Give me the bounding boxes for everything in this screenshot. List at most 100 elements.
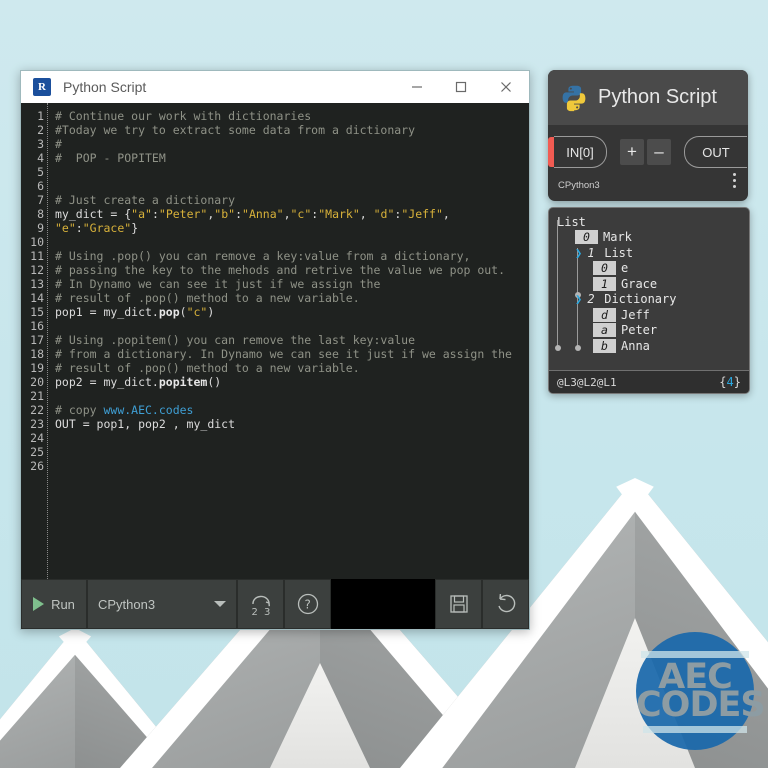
line-number: 5 — [37, 165, 44, 179]
preview-footer: @L3@L2@L1 {4} — [549, 370, 749, 393]
code-text[interactable]: # Continue our work with dictionaries #To… — [48, 103, 529, 579]
code-token: pop1 = my_dict. — [55, 305, 159, 319]
line-number: 15 — [30, 305, 44, 319]
count-value: 4 — [726, 375, 734, 389]
chevron-down-icon — [214, 601, 226, 607]
line-number: 21 — [30, 389, 44, 403]
svg-text:?: ? — [304, 598, 310, 612]
line-number: 1 — [37, 109, 44, 123]
maximize-icon[interactable] — [439, 71, 483, 103]
python-script-editor-window: R Python Script 1 2 3 4 5 6 7 8 9 10 11 12 13 14 15 16 1… — [20, 70, 530, 630]
minimize-icon[interactable] — [395, 71, 439, 103]
logo-text-codes: CODES — [636, 685, 766, 726]
preview-index-badge: 0 — [575, 230, 598, 245]
preview-row[interactable]: List — [555, 214, 743, 230]
code-token: "Grace" — [82, 221, 132, 235]
code-token: } — [131, 221, 139, 235]
code-token: # POP - POPITEM — [55, 151, 166, 165]
code-token: "c" — [186, 305, 208, 319]
preview-index-label: 1 — [587, 245, 595, 260]
line-number: 14 — [30, 291, 44, 305]
line-number: 18 — [30, 347, 44, 361]
preview-value-label: List — [557, 214, 586, 229]
node-title: Python Script — [598, 86, 717, 108]
code-token: "d" — [373, 207, 395, 221]
engine-select[interactable]: CPython3 — [87, 579, 237, 629]
code-line: # — [55, 137, 529, 151]
preview-row[interactable]: ❯ 2 Dictionary — [555, 292, 743, 308]
preview-row[interactable]: ❯ 1 List — [555, 245, 743, 261]
window-title: Python Script — [63, 79, 147, 95]
node-preview-bubble[interactable]: List 0 Mark ❯ 1 List 0 e 1 Grace ❯ 2 Dictionary d Je… — [548, 207, 750, 394]
code-token: "e" — [55, 221, 76, 235]
run-button[interactable]: Run — [21, 579, 87, 629]
preview-row[interactable]: a Peter — [555, 323, 743, 339]
expand-chevron-icon[interactable]: ❯ — [575, 246, 585, 260]
editor-toolbar: Run CPython3 2 3 ? — [21, 579, 529, 629]
code-line: # passing the key to the mehods and retr… — [55, 263, 529, 277]
preview-count-badge: {4} — [719, 375, 741, 389]
preview-row[interactable]: 0e — [555, 261, 743, 277]
line-number-gutter: 1 2 3 4 5 6 7 8 9 10 11 12 13 14 15 16 17 18 19 20 21 22 23 24 2… — [21, 103, 48, 579]
line-number: 16 — [30, 319, 44, 333]
port-count-controls: + – — [620, 139, 671, 165]
migrate-2to3-button[interactable]: 2 3 — [237, 579, 284, 629]
count-brace-open: { — [719, 375, 727, 389]
preview-index-badge: a — [593, 323, 616, 338]
code-token: "Anna" — [242, 207, 284, 221]
code-token: popitem — [158, 375, 208, 389]
dynamo-python-script-node[interactable]: Python Script IN[0] + – OUT CPython3 — [548, 70, 748, 201]
preview-index-label: 2 — [587, 292, 595, 307]
expand-chevron-icon[interactable]: ❯ — [575, 292, 585, 306]
code-line: # Just create a dictionary — [55, 193, 529, 207]
preview-value-label: Peter — [621, 323, 658, 338]
line-number: 7 — [37, 193, 44, 207]
preview-value-label: List — [604, 245, 634, 260]
code-editor-area[interactable]: 1 2 3 4 5 6 7 8 9 10 11 12 13 14 15 16 17 18 19 20 21 22 23 24 2… — [21, 103, 529, 579]
add-port-button[interactable]: + — [620, 139, 644, 165]
code-line: # Using .popitem() you can remove the la… — [55, 333, 529, 347]
line-number: 12 — [30, 263, 44, 277]
svg-text:3: 3 — [264, 607, 270, 617]
preview-tree: List 0 Mark ❯ 1 List 0 e 1 Grace ❯ 2 Dictionary d Je… — [549, 208, 749, 370]
code-token: www.AEC.codes — [103, 403, 194, 417]
close-icon[interactable] — [483, 71, 529, 103]
node-body: IN[0] + – OUT CPython3 — [548, 125, 748, 201]
code-line: # POP - POPITEM — [55, 151, 529, 165]
code-token: "Peter" — [158, 207, 208, 221]
aec-codes-logo: AEC CODES — [636, 632, 766, 750]
code-line: OUT = pop1, pop2 , my_dict — [55, 417, 529, 431]
revert-button[interactable] — [482, 579, 529, 629]
code-token: # passing the key to the mehods and retr… — [55, 263, 506, 277]
preview-value-label: e — [621, 261, 629, 276]
save-button[interactable] — [435, 579, 482, 629]
line-number: 9 — [37, 221, 44, 235]
code-line: # Using .pop() you can remove a key:valu… — [55, 249, 529, 263]
remove-port-button[interactable]: – — [647, 139, 671, 165]
code-token: : — [75, 221, 83, 235]
python-logo-icon — [562, 85, 586, 111]
code-token: () — [207, 375, 222, 389]
help-button[interactable]: ? — [284, 579, 331, 629]
preview-row[interactable]: b Anna — [555, 338, 743, 354]
line-number: 17 — [30, 333, 44, 347]
input-unconnected-indicator — [548, 137, 554, 167]
code-token: # Just create a dictionary — [55, 193, 236, 207]
preview-row[interactable]: d Jeff — [555, 307, 743, 323]
preview-levels-label: @L3@L2@L1 — [557, 375, 617, 389]
line-number: 10 — [30, 235, 44, 249]
output-port-out[interactable]: OUT — [684, 136, 747, 168]
preview-row[interactable]: 1 Grace — [555, 276, 743, 292]
preview-row[interactable]: 0 Mark — [555, 230, 743, 246]
node-context-menu-icon[interactable] — [733, 173, 736, 188]
code-line: # copy www.AEC.codes — [55, 403, 529, 417]
line-number: 6 — [37, 179, 44, 193]
input-port-in0[interactable]: IN[0] — [554, 136, 607, 168]
code-token: pop — [158, 305, 180, 319]
